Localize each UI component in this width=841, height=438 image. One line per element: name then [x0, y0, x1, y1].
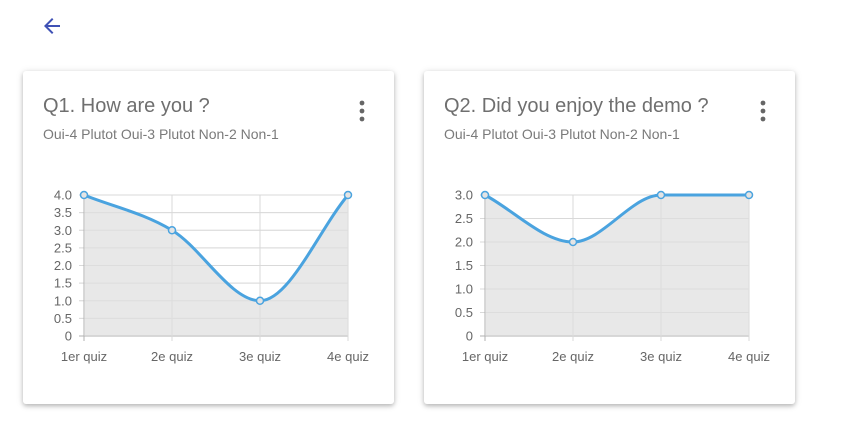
data-point — [656, 190, 666, 200]
question-card-1: Q1. How are you ? Oui-4 Plutot Oui-3 Plu… — [23, 71, 394, 404]
x-tick-label: 2e quiz — [151, 349, 193, 364]
y-tick-label: 0.5 — [455, 305, 473, 320]
x-tick-label: 3e quiz — [239, 349, 281, 364]
x-tick-label: 2e quiz — [552, 349, 594, 364]
y-tick-label: 2.0 — [455, 235, 473, 250]
y-tick-label: 1.5 — [54, 276, 72, 291]
y-tick-label: 0 — [65, 329, 72, 344]
back-button[interactable] — [34, 10, 70, 42]
card-subtitle: Oui-4 Plutot Oui-3 Plutot Non-2 Non-1 — [43, 126, 279, 142]
y-tick-label: 0.5 — [54, 311, 72, 326]
y-tick-label: 3.5 — [54, 205, 72, 220]
y-tick-label: 4.0 — [54, 188, 72, 203]
data-point — [480, 190, 490, 200]
x-tick-label: 1er quiz — [61, 349, 107, 364]
x-tick-label: 4e quiz — [327, 349, 369, 364]
line-chart: 0 0.5 1.0 1.5 2.0 2.5 3.0 1er quiz 2e quiz 3e qui… — [455, 188, 770, 365]
x-tick-label: 1er quiz — [462, 349, 508, 364]
data-point — [343, 190, 353, 200]
y-tick-label: 1.0 — [455, 282, 473, 297]
data-point — [79, 190, 89, 200]
card-subtitle: Oui-4 Plutot Oui-3 Plutot Non-2 Non-1 — [444, 126, 680, 142]
y-tick-label: 1.5 — [455, 258, 473, 273]
question-card-2: Q2. Did you enjoy the demo ? Oui-4 Pluto… — [424, 71, 795, 404]
y-tick-label: 2.5 — [54, 240, 72, 255]
y-tick-label: 1.0 — [54, 293, 72, 308]
y-tick-label: 0 — [466, 329, 473, 344]
card-menu-button[interactable] — [354, 97, 370, 125]
card-menu-button[interactable] — [755, 97, 771, 125]
y-tick-label: 2.5 — [455, 211, 473, 226]
line-chart: 0 0.5 1.0 1.5 2.0 2.5 3.0 3.5 4.0 1er quiz 2e quiz… — [54, 188, 369, 365]
x-tick-label: 4e quiz — [728, 349, 770, 364]
data-point — [255, 296, 265, 305]
card-title: Q2. Did you enjoy the demo ? — [444, 95, 709, 117]
data-point — [744, 190, 754, 200]
more-vertical-icon — [760, 100, 766, 122]
page: Q1. How are you ? Oui-4 Plutot Oui-3 Plu… — [0, 0, 841, 438]
y-tick-label: 2.0 — [54, 258, 72, 273]
arrow-left-icon — [44, 18, 60, 34]
y-tick-label: 3.0 — [54, 223, 72, 238]
data-point — [568, 237, 578, 247]
data-point — [167, 226, 177, 235]
y-tick-label: 3.0 — [455, 188, 473, 203]
more-vertical-icon — [359, 100, 365, 122]
x-tick-label: 3e quiz — [640, 349, 682, 364]
card-title: Q1. How are you ? — [43, 95, 210, 117]
